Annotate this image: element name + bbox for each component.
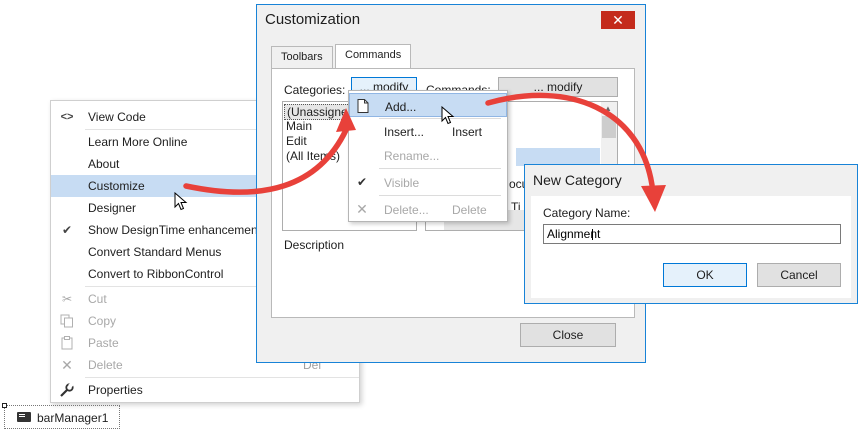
- mouse-cursor-icon: [441, 106, 455, 125]
- menu-item-add[interactable]: Add...: [349, 93, 507, 117]
- menu-item-rename[interactable]: Rename...: [349, 143, 507, 167]
- menu-item-shortcut: Insert: [452, 125, 483, 139]
- new-category-dialog: New Category Category Name: OK Cancel: [524, 164, 858, 304]
- list-item[interactable]: Main: [286, 119, 312, 133]
- category-name-input[interactable]: [543, 224, 841, 244]
- menu-item-visible[interactable]: ✔ Visible: [349, 170, 507, 194]
- bar-manager-component[interactable]: barManager1: [2, 403, 120, 429]
- bar-manager-icon: [17, 412, 31, 422]
- category-dropdown-menu: Add... Insert... Insert Rename... ✔ Visi…: [348, 90, 508, 222]
- component-label: barManager1: [37, 411, 109, 425]
- scrollbar-thumb[interactable]: [602, 116, 616, 138]
- dialog-body: Category Name: OK Cancel: [531, 196, 851, 298]
- copy-icon: [57, 313, 77, 329]
- delete-x-icon: ✕: [61, 356, 73, 373]
- dialog-title: Customization: [265, 11, 361, 28]
- menu-item-shortcut: Delete: [452, 203, 487, 217]
- list-item[interactable]: Edit: [286, 134, 307, 148]
- categories-label: Categories:: [284, 83, 346, 97]
- menu-item-label: About: [88, 157, 120, 171]
- commands-modify-button[interactable]: ... modify: [498, 77, 618, 97]
- close-icon[interactable]: ✕: [601, 11, 635, 29]
- menu-item-insert[interactable]: Insert... Insert: [349, 119, 507, 143]
- cancel-button[interactable]: Cancel: [757, 263, 841, 287]
- menu-item-label: Visible: [384, 176, 420, 190]
- list-item[interactable]: (All Items): [286, 149, 340, 163]
- mouse-cursor-icon: [174, 192, 188, 211]
- menu-item-label: Add...: [385, 100, 417, 114]
- code-icon: <>: [60, 111, 74, 123]
- menu-item-properties[interactable]: Properties: [51, 379, 359, 401]
- menu-separator: [379, 168, 501, 169]
- menu-item-label: Convert to RibbonControl: [88, 267, 224, 281]
- scissors-icon: ✂: [61, 292, 73, 306]
- menu-item-delete[interactable]: ✕ Delete... Delete: [349, 197, 507, 221]
- menu-item-label: Customize: [88, 179, 145, 193]
- checkmark-icon: ✔: [61, 223, 73, 237]
- menu-item-label: Copy: [88, 314, 117, 328]
- ok-button[interactable]: OK: [663, 263, 747, 287]
- menu-separator: [85, 377, 359, 378]
- category-name-label: Category Name:: [543, 206, 631, 220]
- menu-item-label: Rename...: [384, 149, 440, 163]
- menu-item-label: Properties: [88, 383, 143, 397]
- menu-item-label: Show DesignTime enhancement: [88, 223, 261, 237]
- dialog-title: New Category: [533, 172, 622, 188]
- menu-item-label: Cut: [88, 292, 107, 306]
- tab-commands[interactable]: Commands: [335, 44, 412, 68]
- delete-x-icon: ✕: [356, 200, 368, 217]
- menu-item-label: View Code: [88, 110, 146, 124]
- description-label: Description: [284, 238, 345, 252]
- text-caret: [592, 229, 593, 240]
- menu-item-label: Learn More Online: [88, 135, 188, 149]
- paste-icon: [57, 335, 77, 351]
- menu-item-label: Delete...: [384, 203, 429, 217]
- scroll-up-icon[interactable]: ▲: [604, 104, 612, 113]
- selection-handle[interactable]: [2, 403, 7, 408]
- checkmark-icon: ✔: [356, 175, 368, 189]
- close-button[interactable]: Close: [520, 323, 616, 347]
- menu-item-label: Delete: [88, 358, 123, 372]
- menu-item-label: Designer: [88, 201, 137, 215]
- menu-separator: [379, 195, 501, 196]
- menu-item-label: Insert...: [384, 125, 425, 139]
- wrench-icon: [57, 382, 77, 398]
- new-document-icon: [355, 98, 371, 114]
- tab-toolbars[interactable]: Toolbars: [271, 46, 333, 68]
- menu-item-label: Convert Standard Menus: [88, 245, 222, 259]
- menu-item-label: Paste: [88, 336, 119, 350]
